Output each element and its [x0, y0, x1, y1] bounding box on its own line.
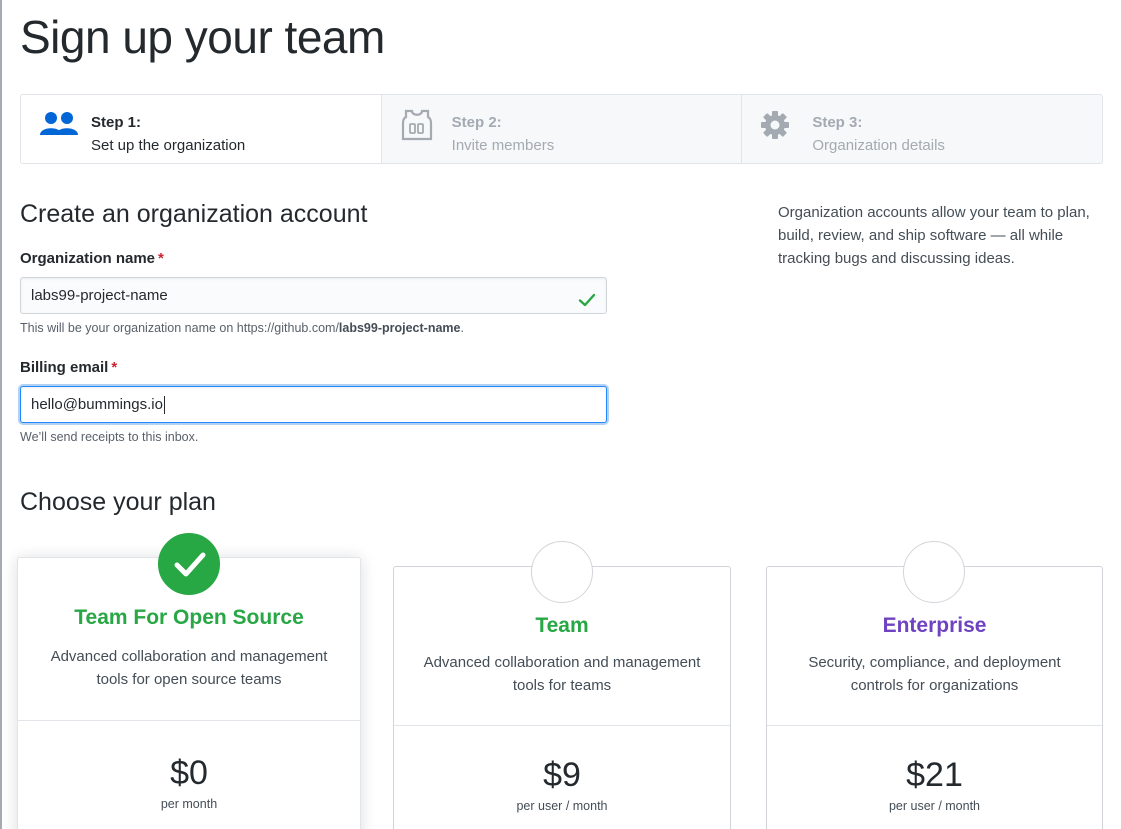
steps-bar: Step 1: Set up the organization Step 2: …: [20, 94, 1103, 164]
plan-price-unit: per user / month: [516, 799, 608, 813]
step-number: Step 1:: [91, 114, 142, 131]
plan-price: $0: [170, 754, 208, 792]
billing-email-label-text: Billing email: [20, 359, 109, 376]
org-name-hint-suffix: .: [460, 321, 464, 335]
plan-name: Enterprise: [882, 614, 987, 637]
plan-description: Advanced collaboration and management to…: [50, 648, 328, 688]
plan-card-enterprise[interactable]: Enterprise Security, compliance, and dep…: [766, 566, 1103, 829]
step-number: Step 3:: [812, 114, 863, 131]
plan-price-unit: per user / month: [888, 799, 980, 813]
plan-description: Security, compliance, and deployment con…: [808, 654, 1061, 694]
org-name-hint: This will be your organization name on h…: [20, 321, 464, 335]
billing-email-input[interactable]: hello@bummings.io: [20, 386, 607, 423]
plan-price: $9: [543, 756, 581, 794]
plan-price-unit: per month: [160, 797, 218, 811]
text-caret: [163, 396, 165, 415]
check-icon: [578, 287, 596, 307]
plan-radio-team[interactable]: [531, 541, 593, 603]
account-heading: Create an organization account: [20, 200, 368, 228]
plan-card-open-source[interactable]: Team For Open Source Advanced collaborat…: [17, 557, 361, 829]
plan-name: Team: [535, 614, 589, 637]
gear-icon: [760, 109, 800, 141]
billing-email-hint: We’ll send receipts to this inbox.: [20, 430, 199, 444]
page-title: Sign up your team: [20, 11, 385, 63]
org-accounts-note: Organization accounts allow your team to…: [778, 204, 1090, 267]
window-edge: [0, 0, 2, 829]
billing-email-label: Billing email *: [20, 359, 117, 376]
plan-name: Team For Open Source: [74, 606, 304, 629]
step-3[interactable]: Step 3: Organization details: [742, 95, 1102, 163]
org-name-label-text: Organization name: [20, 250, 156, 267]
plan-divider: [18, 720, 360, 721]
plan-divider: [767, 725, 1102, 726]
plan-radio-enterprise[interactable]: [903, 541, 965, 603]
step-2[interactable]: Step 2: Invite members: [382, 95, 743, 163]
plans-heading: Choose your plan: [20, 488, 216, 516]
plan-radio-open-source[interactable]: [158, 533, 220, 595]
step-label: Organization details: [812, 137, 945, 154]
org-name-label: Organization name *: [20, 250, 164, 267]
step-number: Step 2:: [451, 114, 502, 131]
billing-email-value: hello@bummings.io: [31, 396, 163, 413]
step-label: Set up the organization: [91, 137, 246, 154]
required-marker: *: [158, 250, 164, 267]
checkmark-icon: [174, 552, 206, 577]
org-name-hint-prefix: This will be your organization name on h…: [20, 321, 339, 335]
step-1[interactable]: Step 1: Set up the organization: [21, 95, 382, 163]
org-name-hint-slug: labs99-project-name: [338, 321, 461, 335]
step-label: Invite members: [451, 137, 555, 154]
org-name-value: labs99-project-name: [31, 287, 168, 304]
jersey-icon: [400, 109, 440, 141]
org-name-input[interactable]: labs99-project-name: [20, 277, 607, 314]
required-marker: *: [111, 359, 118, 376]
plan-divider: [394, 725, 730, 726]
people-icon: [39, 109, 79, 141]
plan-description: Advanced collaboration and management to…: [423, 654, 701, 694]
plan-card-team[interactable]: Team Advanced collaboration and manageme…: [393, 566, 731, 829]
plan-price: $21: [906, 756, 963, 794]
